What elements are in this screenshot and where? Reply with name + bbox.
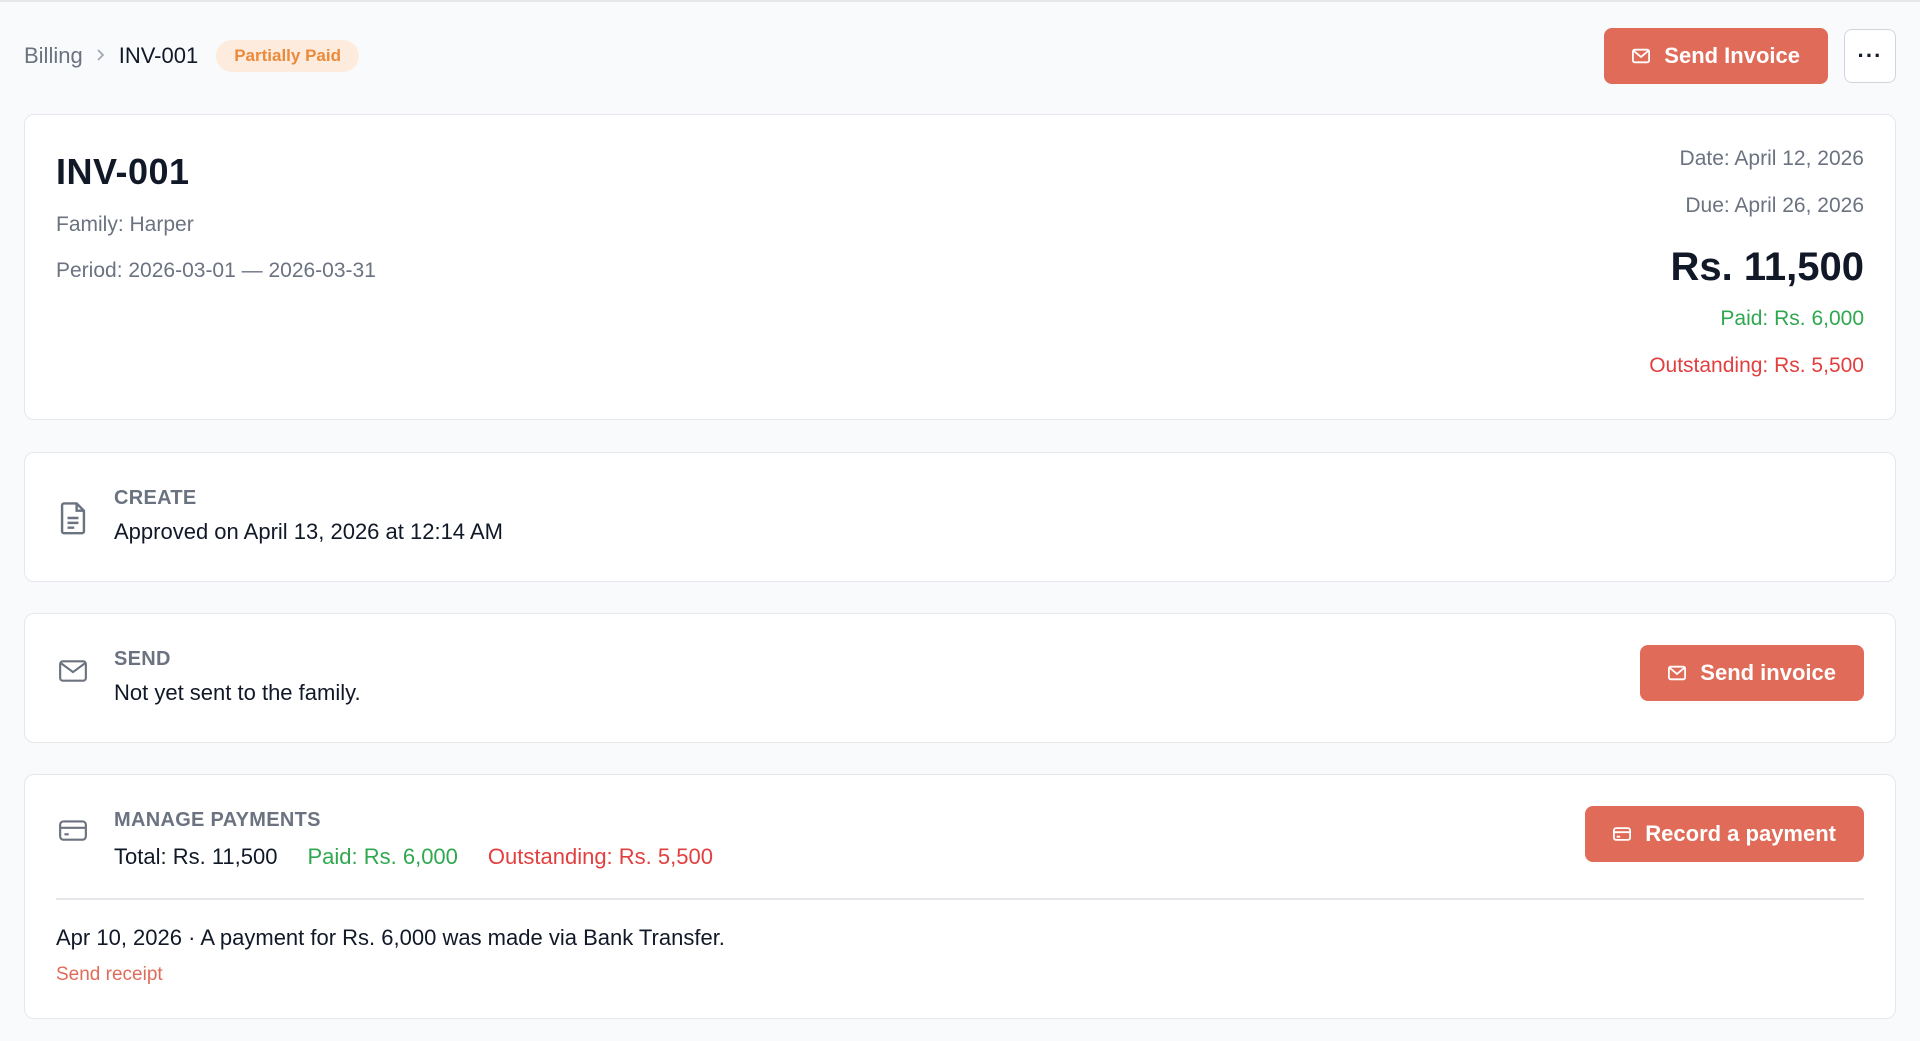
breadcrumb-billing[interactable]: Billing: [24, 43, 83, 69]
step-manage-payments: MANAGE PAYMENTS Total: Rs. 11,500 Paid: …: [24, 774, 1896, 1019]
invoice-period: Period: 2026-03-01 — 2026-03-31: [56, 259, 376, 282]
document-icon: [60, 502, 86, 535]
step-payments-label: MANAGE PAYMENTS: [114, 809, 321, 831]
send-invoice-step-button[interactable]: Send invoice: [1640, 645, 1864, 701]
record-payment-button[interactable]: Record a payment: [1585, 806, 1864, 862]
send-invoice-step-label: Send invoice: [1700, 660, 1836, 685]
send-receipt-link[interactable]: Send receipt: [56, 964, 163, 986]
step-send-text: Not yet sent to the family.: [114, 680, 361, 705]
invoice-paid: Paid: Rs. 6,000: [1720, 307, 1864, 330]
step-create-label: CREATE: [114, 487, 197, 509]
mail-icon: [1632, 48, 1651, 64]
page-header: Billing INV-001 Partially Paid Send Invo…: [24, 28, 1896, 84]
invoice-summary-card: INV-001 Family: Harper Period: 2026-03-0…: [24, 114, 1896, 420]
send-invoice-button[interactable]: Send Invoice: [1604, 28, 1828, 84]
record-payment-label: Record a payment: [1645, 821, 1836, 846]
mail-icon: [1668, 665, 1687, 681]
payment-outstanding: Outstanding: Rs. 5,500: [487, 844, 713, 869]
breadcrumb-current: INV-001: [118, 43, 199, 68]
payment-entry: Apr 10, 2026 · A payment for Rs. 6,000 w…: [56, 925, 725, 950]
invoice-due-date: Due: April 26, 2026: [1685, 194, 1864, 217]
invoice-date: Date: April 12, 2026: [1679, 147, 1864, 170]
mail-icon: [59, 660, 87, 682]
invoice-total: Rs. 11,500: [1670, 245, 1865, 289]
step-send: SEND Not yet sent to the family. Send in…: [24, 613, 1896, 743]
chevron-right-icon: [95, 45, 107, 68]
more-options-button[interactable]: ···: [1844, 29, 1896, 83]
credit-card-icon: [1613, 827, 1632, 841]
payment-totals: Total: Rs. 11,500 Paid: Rs. 6,000 Outsta…: [114, 844, 713, 870]
payment-paid: Paid: Rs. 6,000: [307, 844, 458, 869]
invoice-outstanding: Outstanding: Rs. 5,500: [1649, 354, 1864, 377]
step-create-text: Approved on April 13, 2026 at 12:14 AM: [114, 519, 503, 544]
divider: [56, 898, 1864, 900]
top-border: [0, 0, 1920, 2]
credit-card-icon: [59, 820, 87, 841]
invoice-number: INV-001: [56, 151, 190, 192]
payment-total: Total: Rs. 11,500: [114, 844, 278, 869]
step-send-label: SEND: [114, 648, 171, 670]
breadcrumb: Billing INV-001 Partially Paid: [24, 40, 359, 72]
status-badge: Partially Paid: [216, 40, 359, 72]
invoice-family: Family: Harper: [56, 213, 194, 236]
step-create: CREATE Approved on April 13, 2026 at 12:…: [24, 452, 1896, 582]
send-invoice-label: Send Invoice: [1664, 43, 1800, 68]
